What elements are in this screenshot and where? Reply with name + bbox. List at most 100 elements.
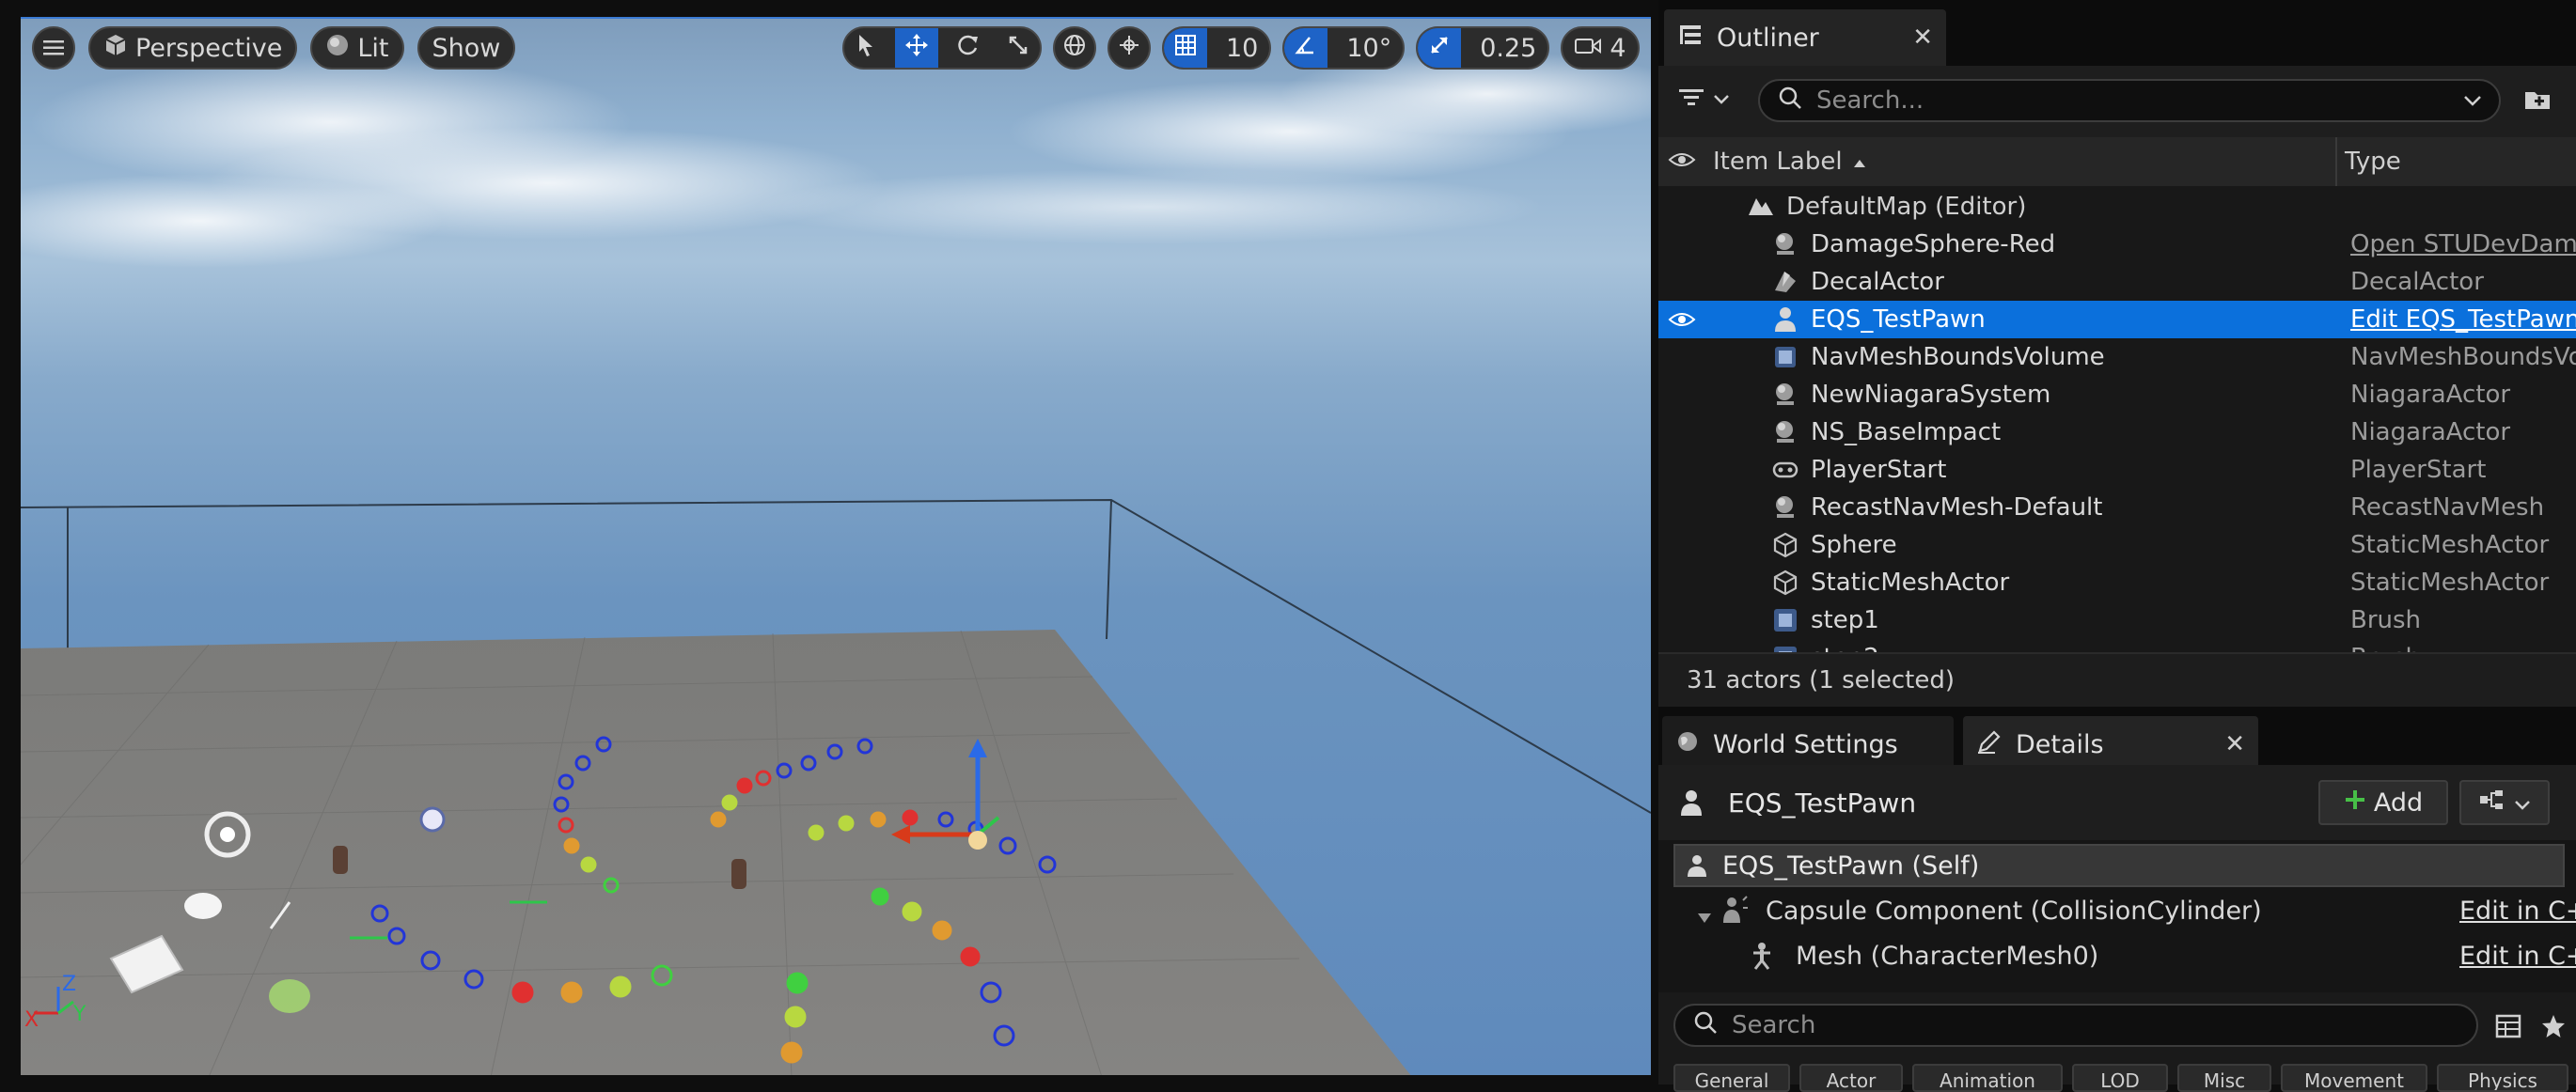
tab-outliner[interactable]: Outliner ✕ <box>1664 9 1946 66</box>
category-movement[interactable]: Movement <box>2281 1064 2427 1092</box>
tree-row-map[interactable]: DefaultMap (Editor) <box>1658 188 2576 226</box>
outliner-row-type: NiagaraActor <box>2350 381 2510 409</box>
outliner-row[interactable]: step2Brush <box>1658 639 2576 652</box>
right-panels: Outliner ✕ Search... Item Label Type <box>1658 0 2576 1084</box>
eye-icon[interactable] <box>1668 308 1696 337</box>
view-mode-button[interactable]: Perspective <box>88 26 297 70</box>
surface-snap-toggle[interactable] <box>1107 26 1151 70</box>
component-self-row[interactable]: EQS_TestPawn (Self) <box>1673 844 2565 887</box>
camera-speed-button[interactable]: 4 <box>1561 26 1639 70</box>
outliner-row[interactable]: StaticMeshActorStaticMeshActor <box>1658 564 2576 601</box>
rotate-icon <box>955 33 980 64</box>
chevron-down-icon[interactable] <box>2463 86 2482 115</box>
rotation-snap-value[interactable]: 10° <box>1335 28 1403 68</box>
outliner-row-label: NS_BaseImpact <box>1811 418 2001 446</box>
sphere-actor-icon <box>1771 381 1799 409</box>
outliner-tree[interactable]: DefaultMap (Editor) DamageSphere-Red Open… <box>1658 186 2576 652</box>
category-actor[interactable]: Actor <box>1799 1064 1903 1092</box>
component-self-label: EQS_TestPawn (Self) <box>1722 851 1979 881</box>
tab-world-settings[interactable]: World Settings <box>1662 716 1954 772</box>
category-animation[interactable]: Animation <box>1912 1064 2063 1092</box>
component-tree[interactable]: EQS_TestPawn (Self) Capsule Component (C… <box>1658 840 2576 992</box>
scene-render[interactable]: X Y Z <box>21 19 1651 1075</box>
outliner-tabbar: Outliner ✕ <box>1658 0 2576 66</box>
outliner-row[interactable]: RecastNavMesh-Default RecastNavMesh <box>1658 489 2576 526</box>
outliner-row[interactable]: SphereStaticMeshActor <box>1658 526 2576 564</box>
scale-tool[interactable] <box>997 28 1040 68</box>
outliner-row-type: RecastNavMesh <box>2350 493 2544 522</box>
close-icon[interactable]: ✕ <box>2224 730 2245 758</box>
table-view-icon[interactable] <box>2495 1013 2521 1043</box>
viewport-menu-button[interactable] <box>32 26 75 70</box>
outliner-row[interactable]: EQS_TestPawn Edit EQS_TestPawn <box>1658 301 2576 338</box>
outliner-row-label: EQS_TestPawn <box>1811 305 1986 334</box>
volume-icon <box>1771 343 1799 371</box>
filter-icon <box>1677 86 1705 113</box>
rotation-snap[interactable]: 10° <box>1282 26 1405 70</box>
scale-snap-toggle[interactable] <box>1418 28 1461 68</box>
outliner-row-type[interactable]: Open STUDevDama <box>2350 230 2576 258</box>
outliner-row[interactable]: step1Brush <box>1658 601 2576 639</box>
scale-snap[interactable]: 0.25 <box>1416 26 1549 70</box>
pencil-icon <box>1976 728 2003 761</box>
viewport-right-toolbar: 10 10° 0.25 4 <box>842 26 1651 70</box>
outliner-row[interactable]: PlayerStart PlayerStart <box>1658 451 2576 489</box>
outliner-row-label: DamageSphere-Red <box>1811 230 2055 258</box>
component-row-capsule[interactable]: Capsule Component (CollisionCylinder) Ed… <box>1673 889 2576 932</box>
details-search-input[interactable]: Search <box>1673 1004 2478 1047</box>
category-misc[interactable]: Misc <box>2177 1064 2271 1092</box>
blueprint-options-button[interactable] <box>2459 780 2550 825</box>
map-label: DefaultMap (Editor) <box>1786 193 2026 221</box>
angle-icon <box>1295 34 1317 63</box>
column-divider[interactable] <box>2335 137 2337 186</box>
globe-icon <box>1062 33 1087 64</box>
outliner-search-input[interactable]: Search... <box>1758 79 2501 122</box>
rotation-snap-toggle[interactable] <box>1284 28 1327 68</box>
camera-icon <box>1574 34 1602 63</box>
outliner-row-type: PlayerStart <box>2350 456 2486 484</box>
add-component-button[interactable]: Add <box>2318 780 2448 825</box>
component-label: Capsule Component (CollisionCylinder) <box>1766 897 2262 926</box>
add-folder-button[interactable] <box>2523 86 2553 117</box>
grid-snap[interactable]: 10 <box>1162 26 1271 70</box>
outliner-row-label: RecastNavMesh-Default <box>1811 493 2102 522</box>
outliner-row-label: step2 <box>1811 644 1879 652</box>
outliner-row-label: PlayerStart <box>1811 456 1946 484</box>
details-tabbar: World Settings Details ✕ <box>1658 707 2576 765</box>
floor-plane[interactable] <box>21 630 1412 1075</box>
tab-details[interactable]: Details ✕ <box>1963 716 2258 772</box>
category-physics[interactable]: Physics <box>2437 1064 2568 1092</box>
category-lod[interactable]: LOD <box>2072 1064 2168 1092</box>
outliner-row-label: step1 <box>1811 606 1879 634</box>
translate-tool[interactable] <box>895 28 938 68</box>
outliner-row[interactable]: NS_BaseImpactNiagaraActor <box>1658 413 2576 451</box>
outliner-row[interactable]: DamageSphere-Red Open STUDevDama <box>1658 226 2576 263</box>
capsule-icon <box>1720 895 1749 933</box>
level-viewport[interactable]: X Y Z Perspective Lit Show <box>21 17 1651 1075</box>
cube-icon <box>103 33 128 64</box>
lighting-mode-button[interactable]: Lit <box>310 26 403 70</box>
outliner-toolbar: Search... <box>1658 66 2576 137</box>
column-item-label[interactable]: Item Label <box>1713 137 1867 186</box>
filter-button[interactable] <box>1677 86 1730 113</box>
chevron-down-icon[interactable] <box>1696 902 1713 931</box>
star-icon[interactable] <box>2540 1013 2567 1043</box>
outliner-row[interactable]: DecalActorDecalActor <box>1658 263 2576 301</box>
grid-snap-value[interactable]: 10 <box>1215 28 1269 68</box>
show-button[interactable]: Show <box>417 26 516 70</box>
scale-snap-value[interactable]: 0.25 <box>1469 28 1547 68</box>
column-type[interactable]: Type <box>2345 137 2401 186</box>
rotate-tool[interactable] <box>946 28 989 68</box>
world-local-toggle[interactable] <box>1053 26 1096 70</box>
outliner-row-type[interactable]: Edit EQS_TestPawn <box>2350 305 2576 334</box>
edit-in-cpp-link[interactable]: Edit in C++ <box>2459 897 2576 926</box>
edit-in-cpp-link[interactable]: Edit in C++ <box>2459 942 2576 971</box>
category-general[interactable]: General <box>1673 1064 1790 1092</box>
outliner-row[interactable]: NavMeshBoundsVolumeNavMeshBoundsVol <box>1658 338 2576 376</box>
component-row-mesh[interactable]: Mesh (CharacterMesh0) Edit in C++ <box>1673 934 2576 977</box>
select-tool[interactable] <box>844 28 887 68</box>
close-icon[interactable]: ✕ <box>1912 23 1933 52</box>
grid-snap-toggle[interactable] <box>1164 28 1207 68</box>
eye-icon[interactable] <box>1668 148 1696 178</box>
outliner-row[interactable]: NewNiagaraSystemNiagaraActor <box>1658 376 2576 413</box>
